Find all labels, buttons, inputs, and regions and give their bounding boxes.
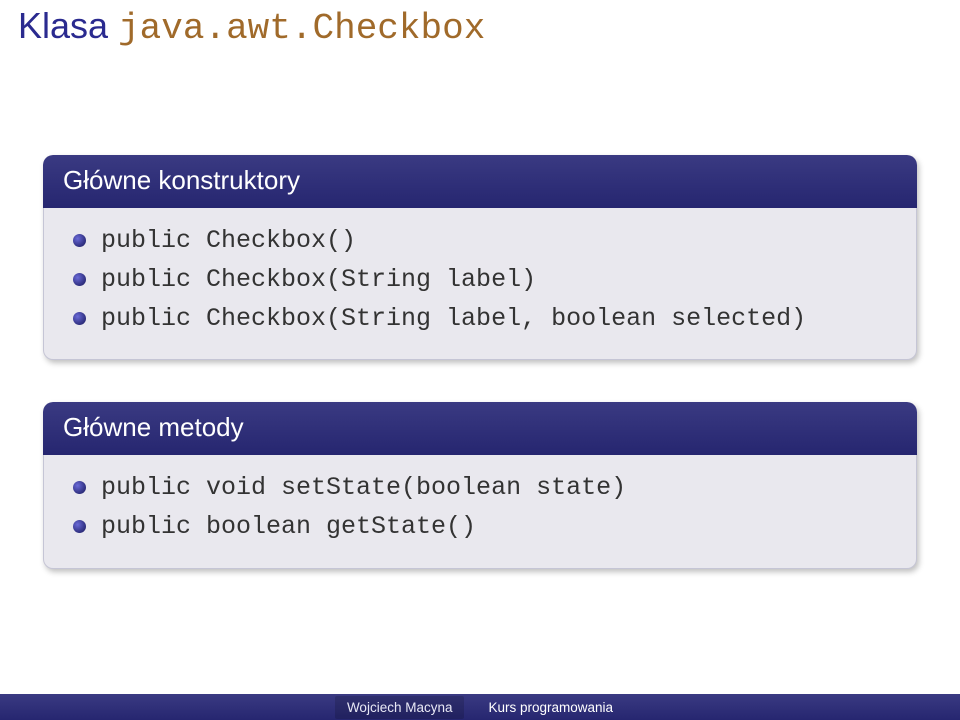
constructors-header: Główne konstruktory (43, 155, 917, 208)
title-prefix: Klasa (18, 5, 118, 46)
methods-block: Główne metody public void setState(boole… (43, 402, 917, 569)
methods-header: Główne metody (43, 402, 917, 455)
slide: Klasa java.awt.Checkbox Główne konstrukt… (0, 0, 960, 720)
list-item: public void setState(boolean state) (101, 469, 897, 508)
content-area: Główne konstruktory public Checkbox() pu… (43, 155, 917, 611)
footer-author: Wojciech Macyna (335, 696, 465, 719)
footer-course: Kurs programowania (476, 696, 625, 719)
title-code: java.awt.Checkbox (118, 8, 485, 49)
constructors-block: Główne konstruktory public Checkbox() pu… (43, 155, 917, 360)
list-item: public Checkbox(String label, boolean se… (101, 300, 897, 339)
footer: Wojciech Macyna Kurs programowania (0, 694, 960, 720)
list-item: public Checkbox() (101, 222, 897, 261)
slide-title: Klasa java.awt.Checkbox (18, 6, 942, 49)
title-band: Klasa java.awt.Checkbox (0, 0, 960, 60)
list-item: public Checkbox(String label) (101, 261, 897, 300)
methods-body: public void setState(boolean state) publ… (43, 455, 917, 569)
list-item: public boolean getState() (101, 508, 897, 547)
constructors-body: public Checkbox() public Checkbox(String… (43, 208, 917, 360)
